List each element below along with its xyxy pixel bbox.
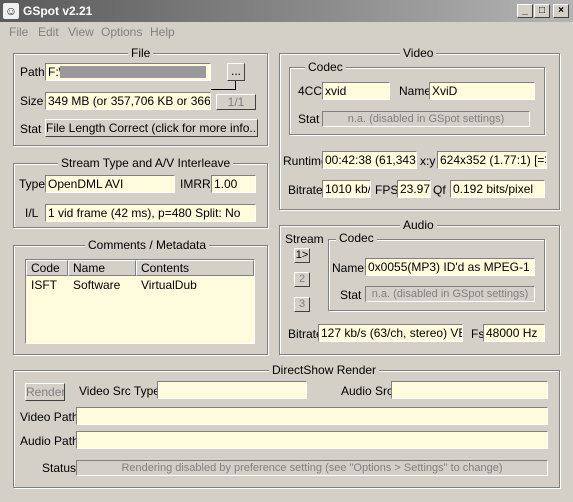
audio-name-field[interactable]: 0x0055(MP3) ID'd as MPEG-1 Lay bbox=[365, 258, 535, 276]
stream-type-legend: Stream Type and A/V Interleave bbox=[58, 157, 234, 169]
qf-label: Qf bbox=[433, 183, 446, 197]
fps-field[interactable]: 23.97 bbox=[397, 180, 431, 198]
render-legend: DirectShow Render bbox=[269, 364, 380, 376]
il-field[interactable]: 1 vid frame (42 ms), p=480 Split: No bbox=[45, 204, 256, 222]
status-field: Rendering disabled by preference setting… bbox=[76, 460, 548, 476]
fourcc-label: 4CC bbox=[298, 84, 323, 98]
path-field[interactable]: F:\ bbox=[45, 63, 211, 81]
audio-bitrate-field[interactable]: 127 kb/s (63/ch, stereo) VB bbox=[318, 324, 463, 342]
stream-1-button[interactable]: 1> bbox=[294, 248, 310, 263]
video-path-field[interactable] bbox=[76, 407, 548, 425]
maximize-button[interactable]: □ bbox=[534, 4, 550, 18]
xy-label: x:y bbox=[420, 154, 436, 168]
menu-edit[interactable]: Edit bbox=[38, 25, 59, 39]
audio-src-label: Audio Src bbox=[341, 384, 394, 398]
render-button[interactable]: Render bbox=[25, 383, 65, 401]
audio-legend: Audio bbox=[400, 219, 437, 231]
audio-path-label: Audio Path bbox=[20, 434, 79, 448]
row-contents: VirtualDub bbox=[141, 278, 197, 292]
runtime-field[interactable]: 00:42:38 (61,343 fr bbox=[322, 151, 417, 169]
qf-field[interactable]: 0.192 bits/pixel bbox=[450, 180, 545, 198]
menu-help[interactable]: Help bbox=[150, 25, 175, 39]
fourcc-field[interactable]: xvid bbox=[322, 82, 390, 100]
video-codec-legend: Codec bbox=[305, 61, 346, 73]
stat-label: Stat bbox=[20, 122, 42, 136]
minimize-button[interactable]: _ bbox=[517, 4, 533, 18]
row-name: Software bbox=[73, 278, 121, 292]
menu-options[interactable]: Options bbox=[101, 25, 142, 39]
path-redaction bbox=[60, 66, 206, 78]
connector-line bbox=[211, 89, 236, 90]
size-field[interactable]: 349 MB (or 357,706 KB or 366,29 bbox=[45, 92, 211, 110]
fps-label: FPS bbox=[375, 183, 399, 197]
audio-path-field[interactable] bbox=[76, 431, 548, 449]
title-bar[interactable]: ☺ GSpot v2.21 _ □ × bbox=[0, 0, 573, 22]
window-title: GSpot v2.21 bbox=[23, 4, 93, 18]
video-name-field[interactable]: XviD bbox=[429, 82, 535, 100]
status-label: Status bbox=[42, 461, 77, 475]
imrr-field[interactable]: 1.00 bbox=[211, 175, 256, 193]
stream-3-button[interactable]: 3 bbox=[294, 297, 310, 312]
audio-stat-field: n.a. (disabled in GSpot settings) bbox=[365, 286, 535, 302]
menu-view[interactable]: View bbox=[68, 25, 94, 39]
xy-field[interactable]: 624x352 (1.77:1) [=39 bbox=[437, 151, 547, 169]
connector-line bbox=[235, 81, 236, 89]
video-bitrate-label: Bitrate bbox=[288, 183, 323, 197]
stream-2-button[interactable]: 2 bbox=[294, 272, 310, 287]
type-label: Type bbox=[19, 177, 46, 191]
video-legend: Video bbox=[400, 47, 437, 59]
audio-codec-legend: Codec bbox=[336, 232, 377, 244]
fs-field[interactable]: 48000 Hz bbox=[483, 324, 545, 342]
imrr-label: IMRR bbox=[180, 177, 211, 191]
column-header-contents[interactable]: Contents bbox=[136, 260, 254, 276]
app-icon[interactable]: ☺ bbox=[3, 3, 19, 19]
video-src-type-field[interactable] bbox=[157, 381, 307, 399]
video-bitrate-field[interactable]: 1010 kb/ bbox=[322, 180, 371, 198]
file-group-legend: File bbox=[128, 47, 154, 59]
runtime-label: Runtime bbox=[283, 154, 328, 168]
video-stat-field: n.a. (disabled in GSpot settings) bbox=[322, 111, 530, 127]
audio-src-field[interactable] bbox=[391, 381, 548, 399]
video-path-label: Video Path bbox=[20, 410, 79, 424]
column-header-code[interactable]: Code bbox=[26, 260, 68, 276]
close-button[interactable]: × bbox=[553, 4, 569, 18]
size-label: Size bbox=[20, 94, 44, 108]
menu-file[interactable]: File bbox=[9, 25, 28, 39]
path-label: Path bbox=[20, 65, 45, 79]
menu-bar: File Edit View Options Help bbox=[0, 22, 573, 41]
stream-label: Stream bbox=[285, 232, 324, 246]
table-row[interactable]: ISFT Software VirtualDub bbox=[26, 277, 254, 293]
audio-name-label: Name bbox=[332, 261, 365, 275]
type-field[interactable]: OpenDML AVI bbox=[45, 175, 175, 193]
file-stat-button[interactable]: File Length Correct (click for more info… bbox=[45, 119, 258, 137]
part-button[interactable]: 1/1 bbox=[216, 94, 256, 110]
video-name-label: Name bbox=[399, 84, 432, 98]
audio-stat-label: Stat bbox=[340, 288, 362, 302]
browse-button[interactable]: ... bbox=[227, 63, 245, 81]
comments-list[interactable]: Code Name Contents ISFT Software Virtual… bbox=[25, 259, 255, 344]
video-src-type-label: Video Src Type bbox=[79, 384, 160, 398]
video-stat-label: Stat bbox=[298, 112, 320, 126]
il-label: I/L bbox=[25, 206, 39, 220]
row-code: ISFT bbox=[31, 278, 57, 292]
comments-legend: Comments / Metadata bbox=[85, 239, 210, 251]
column-header-name[interactable]: Name bbox=[68, 260, 136, 276]
